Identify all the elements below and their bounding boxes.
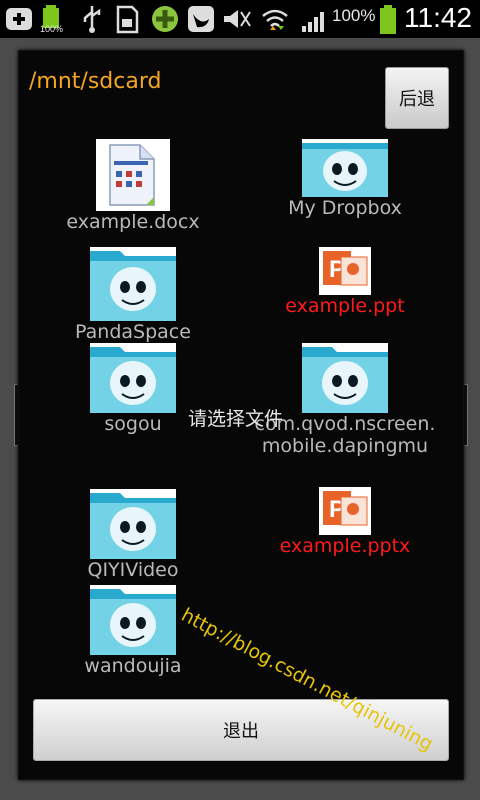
battery-small-label: 100% xyxy=(40,24,64,34)
bird-icon xyxy=(188,6,214,32)
background-label: 请选择文件 xyxy=(188,408,284,430)
add-icon xyxy=(6,8,32,30)
file-name: QIYIVideo xyxy=(87,559,179,581)
folder-skull-icon xyxy=(90,489,176,559)
game-icon xyxy=(152,6,178,32)
file-item[interactable]: com.qvod.nscreen. mobile.dapingmu xyxy=(235,343,455,457)
file-name: My Dropbox xyxy=(288,197,402,219)
file-name: example.docx xyxy=(66,211,200,233)
signal-percent: 100% xyxy=(332,6,376,25)
back-button[interactable]: 后退 xyxy=(385,67,449,129)
folder-skull-icon xyxy=(90,585,176,655)
powerpoint-icon: P xyxy=(319,247,371,295)
file-item[interactable]: QIYIVideo xyxy=(23,489,243,581)
folder-skull-icon xyxy=(302,343,388,413)
status-bar: 100% 100% 11:42 xyxy=(0,0,480,38)
sound-off-icon xyxy=(224,10,251,28)
file-name-line2: mobile.dapingmu xyxy=(261,435,429,457)
folder-skull-icon xyxy=(90,343,176,413)
current-path: /mnt/sdcard xyxy=(29,69,162,94)
folder-skull-icon xyxy=(90,247,176,321)
battery-icon xyxy=(380,5,396,34)
file-name: example.ppt xyxy=(285,295,405,317)
powerpoint-icon: P xyxy=(319,487,371,535)
folder-skull-icon xyxy=(302,139,388,197)
file-name: wandoujia xyxy=(84,655,182,677)
signal-icon xyxy=(302,12,324,32)
sd-card-icon xyxy=(116,5,139,34)
file-item[interactable]: My Dropbox xyxy=(235,139,455,219)
wifi-icon xyxy=(262,9,288,30)
file-item[interactable]: PandaSpace xyxy=(23,247,243,343)
document-icon xyxy=(96,139,170,211)
file-name: example.pptx xyxy=(279,535,411,557)
file-name: PandaSpace xyxy=(75,321,191,343)
file-item[interactable]: example.docx xyxy=(23,139,243,233)
usb-icon xyxy=(83,6,101,33)
clock: 11:42 xyxy=(404,2,472,33)
file-item[interactable]: P example.pptx xyxy=(235,487,455,557)
file-item[interactable]: P example.ppt xyxy=(235,247,455,317)
